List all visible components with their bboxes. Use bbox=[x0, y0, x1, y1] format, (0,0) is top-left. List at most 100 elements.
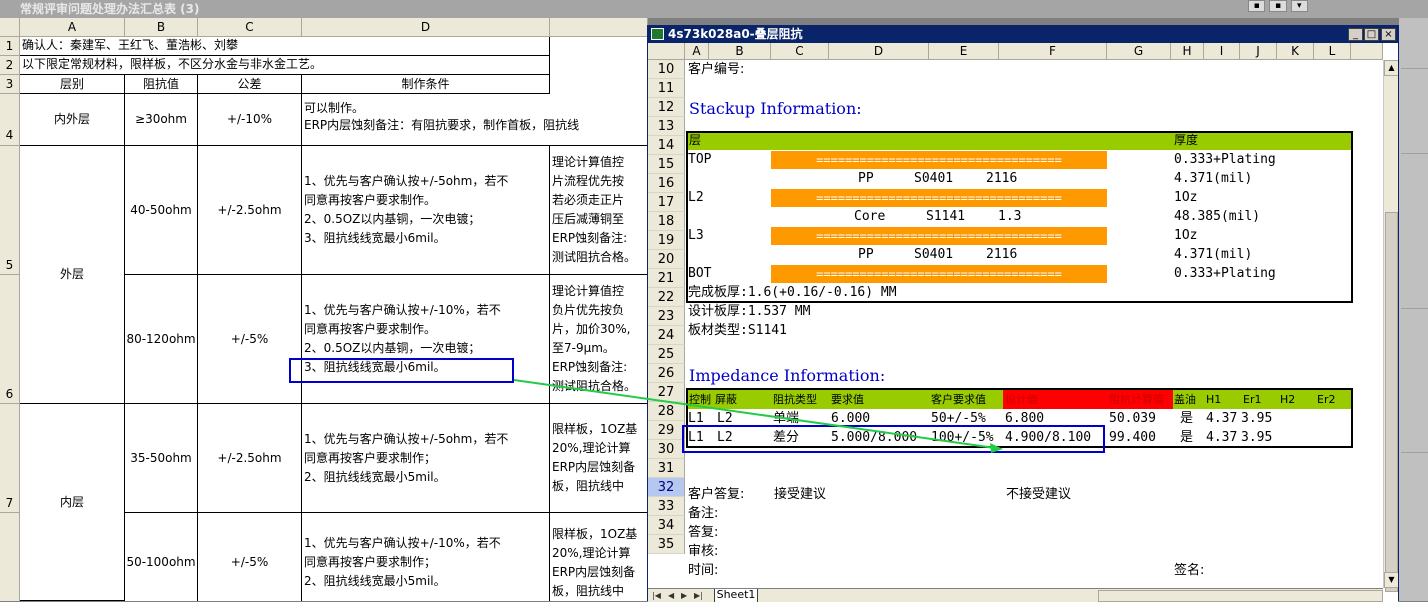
layer-bot-name[interactable]: BOT bbox=[688, 264, 711, 283]
col-header-e[interactable]: E bbox=[929, 43, 999, 60]
pp2-spec[interactable]: 2116 bbox=[986, 245, 1017, 264]
remarks-label[interactable]: 备注: bbox=[688, 504, 718, 523]
col-header-c[interactable]: C bbox=[198, 18, 302, 37]
row-header[interactable]: 31 bbox=[648, 459, 685, 478]
cell-r7-tolerance[interactable]: +/-2.5ohm bbox=[198, 404, 302, 513]
row-header[interactable]: 35 bbox=[648, 535, 685, 554]
layer-l2-thickness[interactable]: 1Oz bbox=[1174, 188, 1197, 207]
col-header-e[interactable] bbox=[550, 18, 648, 37]
row-header[interactable]: 25 bbox=[648, 345, 685, 364]
imp-hdr-shield[interactable]: 屏蔽 bbox=[715, 390, 737, 409]
pp2-material[interactable]: S0401 bbox=[914, 245, 953, 264]
cell-r5-impedance[interactable]: 40-50ohm bbox=[125, 146, 198, 275]
signature-label[interactable]: 签名: bbox=[1174, 561, 1204, 580]
row-header[interactable]: 15 bbox=[648, 155, 685, 174]
stackup-title[interactable]: Stackup Information: bbox=[689, 98, 862, 120]
row-header-1[interactable]: 1 bbox=[0, 37, 20, 56]
layer-l3-name[interactable]: L3 bbox=[688, 226, 704, 245]
scroll-thumb[interactable] bbox=[1385, 212, 1398, 592]
finished-thickness[interactable]: 完成板厚:1.6(+0.16/-0.16) MM bbox=[688, 283, 897, 302]
last-sheet-icon[interactable]: ▶| bbox=[694, 591, 703, 600]
imp-hdr-calculated[interactable]: 阻抗计算值 bbox=[1109, 390, 1164, 409]
imp-hdr-type[interactable]: 阻抗类型 bbox=[773, 390, 817, 409]
toolbar-button-icon[interactable]: ▪ bbox=[1248, 0, 1266, 12]
row-header[interactable]: 26 bbox=[648, 364, 685, 383]
cell-r6-impedance[interactable]: 80-120ohm bbox=[125, 275, 198, 404]
row-header[interactable]: 19 bbox=[648, 231, 685, 250]
cell-inner-layer[interactable]: 内层 bbox=[20, 404, 125, 601]
col-header-g[interactable]: G bbox=[1107, 43, 1171, 60]
row-header[interactable]: 14 bbox=[648, 136, 685, 155]
scroll-down-icon[interactable]: ▼ bbox=[1384, 572, 1398, 588]
close-button[interactable]: × bbox=[1381, 28, 1396, 41]
cell-r8-impedance[interactable]: 50-100ohm bbox=[125, 513, 198, 601]
select-all-corner[interactable] bbox=[0, 18, 20, 37]
header-impedance[interactable]: 阻抗值 bbox=[125, 75, 198, 94]
row-header[interactable]: 34 bbox=[648, 516, 685, 535]
cell-r6-tolerance[interactable]: +/-5% bbox=[198, 275, 302, 404]
core-thickness[interactable]: 48.385(mil) bbox=[1174, 207, 1260, 226]
row-header[interactable]: 23 bbox=[648, 307, 685, 326]
row-header-3[interactable]: 3 bbox=[0, 75, 20, 94]
row-header[interactable]: 20 bbox=[648, 250, 685, 269]
minimize-button[interactable]: _ bbox=[1348, 28, 1363, 41]
header-conditions[interactable]: 制作条件 bbox=[302, 75, 550, 94]
layer-top-thickness[interactable]: 0.333+Plating bbox=[1174, 150, 1276, 169]
prev-sheet-icon[interactable]: ◀ bbox=[668, 591, 674, 600]
core-material[interactable]: S1141 bbox=[926, 207, 965, 226]
imp-r2-er1[interactable]: 3.95 bbox=[1241, 428, 1272, 447]
imp-r2-calc[interactable]: 99.400 bbox=[1109, 428, 1156, 447]
imp-r2-h1[interactable]: 4.37 bbox=[1206, 428, 1237, 447]
layer-header[interactable]: 层 bbox=[689, 132, 701, 149]
row-header[interactable]: 13 bbox=[648, 117, 685, 136]
col-header-c[interactable]: C bbox=[771, 43, 829, 60]
pp1-thickness[interactable]: 4.371(mil) bbox=[1174, 169, 1252, 188]
customer-reply-label[interactable]: 客户答复: bbox=[688, 485, 744, 504]
row-header[interactable]: 28 bbox=[648, 402, 685, 421]
header-tolerance[interactable]: 公差 bbox=[198, 75, 302, 94]
row-header[interactable]: 22 bbox=[648, 288, 685, 307]
col-header-i[interactable]: I bbox=[1204, 43, 1240, 60]
row-header[interactable]: 29 bbox=[648, 421, 685, 440]
pp1-type[interactable]: PP bbox=[858, 169, 874, 188]
pp2-type[interactable]: PP bbox=[858, 245, 874, 264]
scroll-up-icon[interactable]: ▲ bbox=[1384, 60, 1398, 76]
col-header-h[interactable]: H bbox=[1171, 43, 1204, 60]
imp-hdr-control[interactable]: 控制 bbox=[689, 390, 711, 409]
cell-r7-notes[interactable]: 限样板，1OZ基 20%,理论计算 ERP内层蚀刻备 板，阻抗线中 bbox=[550, 404, 648, 513]
impedance-title[interactable]: Impedance Information: bbox=[689, 365, 885, 387]
reject-suggestion[interactable]: 不接受建议 bbox=[1006, 485, 1071, 504]
audit-label[interactable]: 审核: bbox=[688, 542, 718, 561]
col-header-b[interactable]: B bbox=[125, 18, 198, 37]
cell-r4-conditions[interactable]: 可以制作。 ERP内层蚀刻备注：有阻抗要求，制作首板，阻抗线 bbox=[302, 94, 648, 146]
horizontal-scrollbar[interactable] bbox=[1098, 590, 1383, 602]
col-header-d[interactable]: D bbox=[829, 43, 929, 60]
col-header-j[interactable]: J bbox=[1240, 43, 1277, 60]
row-header-4[interactable]: 4 bbox=[0, 94, 20, 146]
row-header[interactable]: 33 bbox=[648, 497, 685, 516]
cell-r4-impedance[interactable]: ≥30ohm bbox=[125, 94, 198, 146]
vertical-scrollbar[interactable]: ▲ ▼ bbox=[1383, 60, 1398, 592]
imp-hdr-h2[interactable]: H2 bbox=[1280, 390, 1295, 409]
design-thickness[interactable]: 设计板厚:1.537 MM bbox=[688, 302, 810, 321]
time-label[interactable]: 时间: bbox=[688, 561, 718, 580]
imp-hdr-er1[interactable]: Er1 bbox=[1243, 390, 1261, 409]
layer-l3-thickness[interactable]: 1Oz bbox=[1174, 226, 1197, 245]
row-header-5[interactable]: 5 bbox=[0, 146, 20, 275]
cell-r7-impedance[interactable]: 35-50ohm bbox=[125, 404, 198, 513]
imp-r2-mask[interactable]: 是 bbox=[1180, 428, 1193, 447]
imp-r1-mask[interactable]: 是 bbox=[1180, 409, 1193, 428]
imp-hdr-required[interactable]: 要求值 bbox=[831, 390, 864, 409]
row-header[interactable]: 32 bbox=[648, 478, 685, 497]
cell-r5-notes[interactable]: 理论计算值控 片流程优先按 若必须走正片 压后减薄铜至 ERP蚀刻备注: 测试阻… bbox=[550, 146, 648, 275]
cell-r8-conditions[interactable]: 1、优先与客户确认按+/-10%，若不 同意再按客户要求制作； 2、阻抗线线宽最… bbox=[302, 513, 550, 601]
material-type[interactable]: 板材类型:S1141 bbox=[688, 321, 787, 340]
imp-r1-er1[interactable]: 3.95 bbox=[1241, 409, 1272, 428]
row-header[interactable]: 17 bbox=[648, 193, 685, 212]
row-header-8[interactable] bbox=[0, 513, 20, 601]
col-header-a[interactable]: A bbox=[20, 18, 125, 37]
next-sheet-icon[interactable]: ▶ bbox=[681, 591, 687, 600]
toolbar-button-icon[interactable]: ▪ bbox=[1269, 0, 1287, 12]
col-header-d[interactable]: D bbox=[302, 18, 550, 37]
col-header-l[interactable]: L bbox=[1314, 43, 1351, 60]
